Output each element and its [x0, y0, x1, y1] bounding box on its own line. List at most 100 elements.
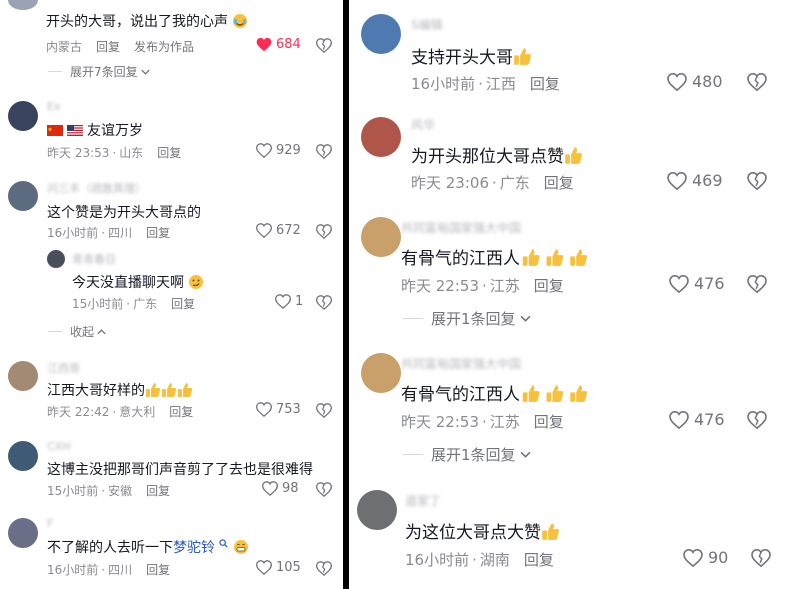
- broken-heart-icon[interactable]: [316, 295, 332, 310]
- broken-heart-icon[interactable]: [316, 224, 332, 239]
- like-button[interactable]: 98: [262, 481, 299, 496]
- timestamp: 昨天 22:42: [47, 405, 110, 419]
- location-label: 江西: [485, 75, 516, 93]
- usa-flag-icon: [67, 124, 83, 140]
- like-button[interactable]: 672: [256, 223, 301, 238]
- avatar[interactable]: [8, 361, 38, 391]
- like-button[interactable]: 469: [667, 171, 723, 190]
- comment-text: 有骨气的江西人: [401, 380, 592, 408]
- broken-heart-icon[interactable]: [316, 482, 332, 497]
- heart-icon: [256, 402, 272, 417]
- avatar[interactable]: [8, 441, 38, 471]
- like-button[interactable]: 90: [683, 548, 728, 567]
- comment-meta: 内蒙古 回复 发布为作品: [46, 38, 194, 55]
- like-button[interactable]: 929: [256, 143, 301, 158]
- thumbs-up-emoji: [564, 146, 583, 170]
- location-label: 广东: [499, 174, 530, 192]
- username[interactable]: 共同富裕国家强大中国: [401, 355, 521, 372]
- heart-icon: [256, 223, 272, 238]
- username[interactable]: CXH: [47, 440, 71, 453]
- reply-button[interactable]: 回复: [169, 405, 193, 419]
- collapse-replies-button[interactable]: 收起: [48, 323, 106, 340]
- avatar[interactable]: [361, 353, 401, 393]
- reply-button[interactable]: 回复: [530, 75, 560, 93]
- comment-meta: 16小时前 · 四川 回复: [47, 563, 171, 577]
- comment-item: F 不了解的人去听一下梦驼铃 16小时前 · 四川 回复 105: [0, 514, 343, 589]
- reply-button[interactable]: 回复: [96, 40, 120, 54]
- publish-as-work-button[interactable]: 发布为作品: [134, 40, 194, 54]
- avatar[interactable]: [8, 101, 38, 131]
- search-icon[interactable]: [219, 539, 228, 548]
- reply-button[interactable]: 回复: [171, 297, 195, 311]
- chevron-down-icon: [520, 315, 531, 322]
- broken-heart-icon[interactable]: [747, 275, 767, 293]
- heart-icon: [262, 481, 278, 496]
- comment-item: 风华 为开头那位大哥点赞 昨天 23:06 · 广东 回复 469: [349, 113, 800, 203]
- avatar[interactable]: [361, 14, 401, 54]
- avatar[interactable]: [8, 0, 38, 10]
- location-label: 安徽: [108, 484, 133, 498]
- broken-heart-icon[interactable]: [747, 73, 767, 91]
- username[interactable]: 问三丰（疏散真理）: [47, 180, 146, 196]
- broken-heart-icon[interactable]: [747, 172, 767, 190]
- username[interactable]: F: [47, 517, 53, 530]
- chevron-down-icon: [520, 451, 531, 458]
- comment-meta: 15小时前 · 安徽 回复: [47, 484, 171, 498]
- reply-button[interactable]: 回复: [544, 174, 574, 192]
- comment-meta: 昨天 22:42 · 意大利 回复: [47, 405, 194, 419]
- broken-heart-icon[interactable]: [316, 403, 332, 418]
- username[interactable]: 共同富裕国家强大中国: [401, 219, 521, 236]
- location-label: 四川: [108, 563, 133, 577]
- broken-heart-icon[interactable]: [751, 549, 771, 567]
- like-button[interactable]: 105: [256, 560, 301, 575]
- username[interactable]: S编辑: [411, 16, 443, 33]
- reply-button[interactable]: 回复: [146, 563, 170, 577]
- reply-button[interactable]: 回复: [534, 413, 564, 431]
- reply-button[interactable]: 回复: [534, 277, 564, 295]
- broken-heart-icon[interactable]: [747, 411, 767, 429]
- heart-icon: [669, 410, 689, 429]
- location-label: 四川: [108, 226, 133, 240]
- avatar[interactable]: [361, 117, 401, 157]
- chevron-up-icon: [97, 328, 106, 334]
- search-keyword-link[interactable]: 梦驼铃: [173, 540, 215, 556]
- location-label: 江苏: [489, 413, 520, 431]
- like-button[interactable]: 684: [256, 37, 301, 52]
- reply-button[interactable]: 回复: [146, 226, 170, 240]
- expand-replies-button[interactable]: 展开1条回复: [403, 308, 531, 329]
- avatar[interactable]: [361, 217, 401, 257]
- broken-heart-icon[interactable]: [316, 561, 332, 576]
- comment-item: 江西哥 江西大哥好样的 昨天 22:42 · 意大利 回复 753: [0, 357, 343, 427]
- divider: [48, 331, 62, 332]
- reply-button[interactable]: 回复: [157, 146, 181, 160]
- avatar[interactable]: [47, 250, 65, 268]
- avatar[interactable]: [8, 181, 38, 211]
- like-count: 672: [276, 223, 301, 238]
- like-button[interactable]: 480: [667, 72, 723, 91]
- username[interactable]: Ex: [47, 100, 60, 113]
- right-screenshot-panel: S编辑 支持开头大哥 16小时前 · 江西 回复 480 风华 为开头那位大哥点赞 昨…: [349, 0, 800, 589]
- like-button[interactable]: 476: [669, 274, 725, 293]
- comment-text: 为开头那位大哥点赞: [411, 142, 583, 170]
- expand-replies-button[interactable]: 展开1条回复: [403, 444, 531, 465]
- like-count: 684: [276, 37, 301, 52]
- comment-text: 支持开头大哥: [411, 43, 532, 71]
- username[interactable]: 青青春日: [72, 251, 116, 267]
- reply-button[interactable]: 回复: [146, 484, 170, 498]
- username[interactable]: 风华: [411, 116, 435, 133]
- comment-meta: 15小时前 · 广东 回复: [72, 297, 196, 311]
- comment-meta: 16小时前 · 江西 回复: [411, 75, 560, 93]
- broken-heart-icon[interactable]: [316, 144, 332, 159]
- reply-button[interactable]: 回复: [524, 551, 554, 569]
- location-label: 山东: [119, 146, 144, 160]
- like-button[interactable]: 1: [275, 294, 303, 309]
- expand-replies-button[interactable]: 展开7条回复: [48, 63, 150, 80]
- like-button[interactable]: 753: [256, 402, 301, 417]
- username[interactable]: 江西哥: [47, 360, 80, 376]
- avatar[interactable]: [8, 518, 38, 548]
- avatar[interactable]: [357, 490, 397, 530]
- username[interactable]: 道家丁: [405, 492, 441, 509]
- broken-heart-icon[interactable]: [316, 38, 332, 53]
- divider: [403, 454, 423, 455]
- like-button[interactable]: 476: [669, 410, 725, 429]
